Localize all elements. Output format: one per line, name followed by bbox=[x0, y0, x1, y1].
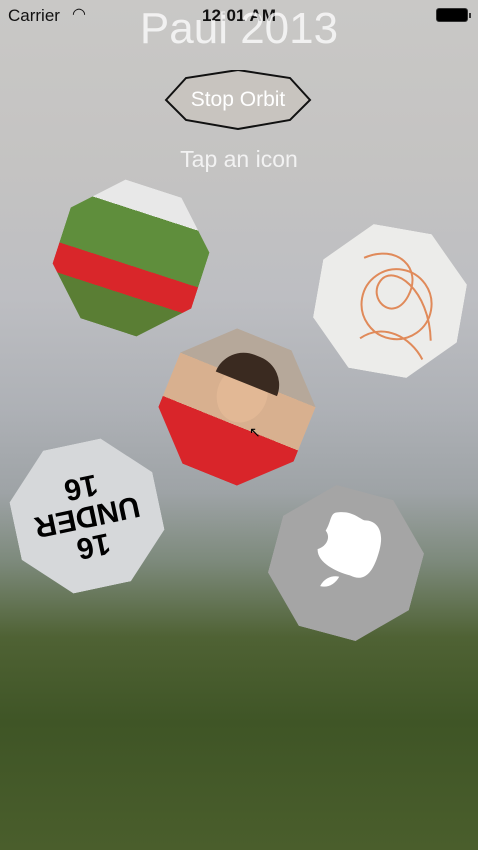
stop-orbit-button[interactable]: Stop Orbit bbox=[164, 70, 312, 130]
sketch-drawing-icon[interactable] bbox=[305, 216, 474, 385]
sketch-lines bbox=[328, 235, 456, 367]
page-title: Paul 2013 bbox=[139, 4, 339, 53]
hint-text: Tap an icon bbox=[180, 146, 298, 172]
stop-orbit-label: Stop Orbit bbox=[190, 88, 286, 111]
athlete-photo-icon[interactable] bbox=[39, 166, 223, 350]
apple-logo-icon[interactable] bbox=[257, 474, 436, 653]
logo-text: 16 UNDER 16 bbox=[31, 467, 143, 566]
16-under-16-logo-icon[interactable]: 16 UNDER 16 bbox=[0, 429, 173, 602]
mouse-cursor-icon: ↖ bbox=[249, 424, 261, 440]
apple-shape bbox=[306, 505, 389, 601]
portrait-photo-icon[interactable] bbox=[142, 312, 332, 502]
